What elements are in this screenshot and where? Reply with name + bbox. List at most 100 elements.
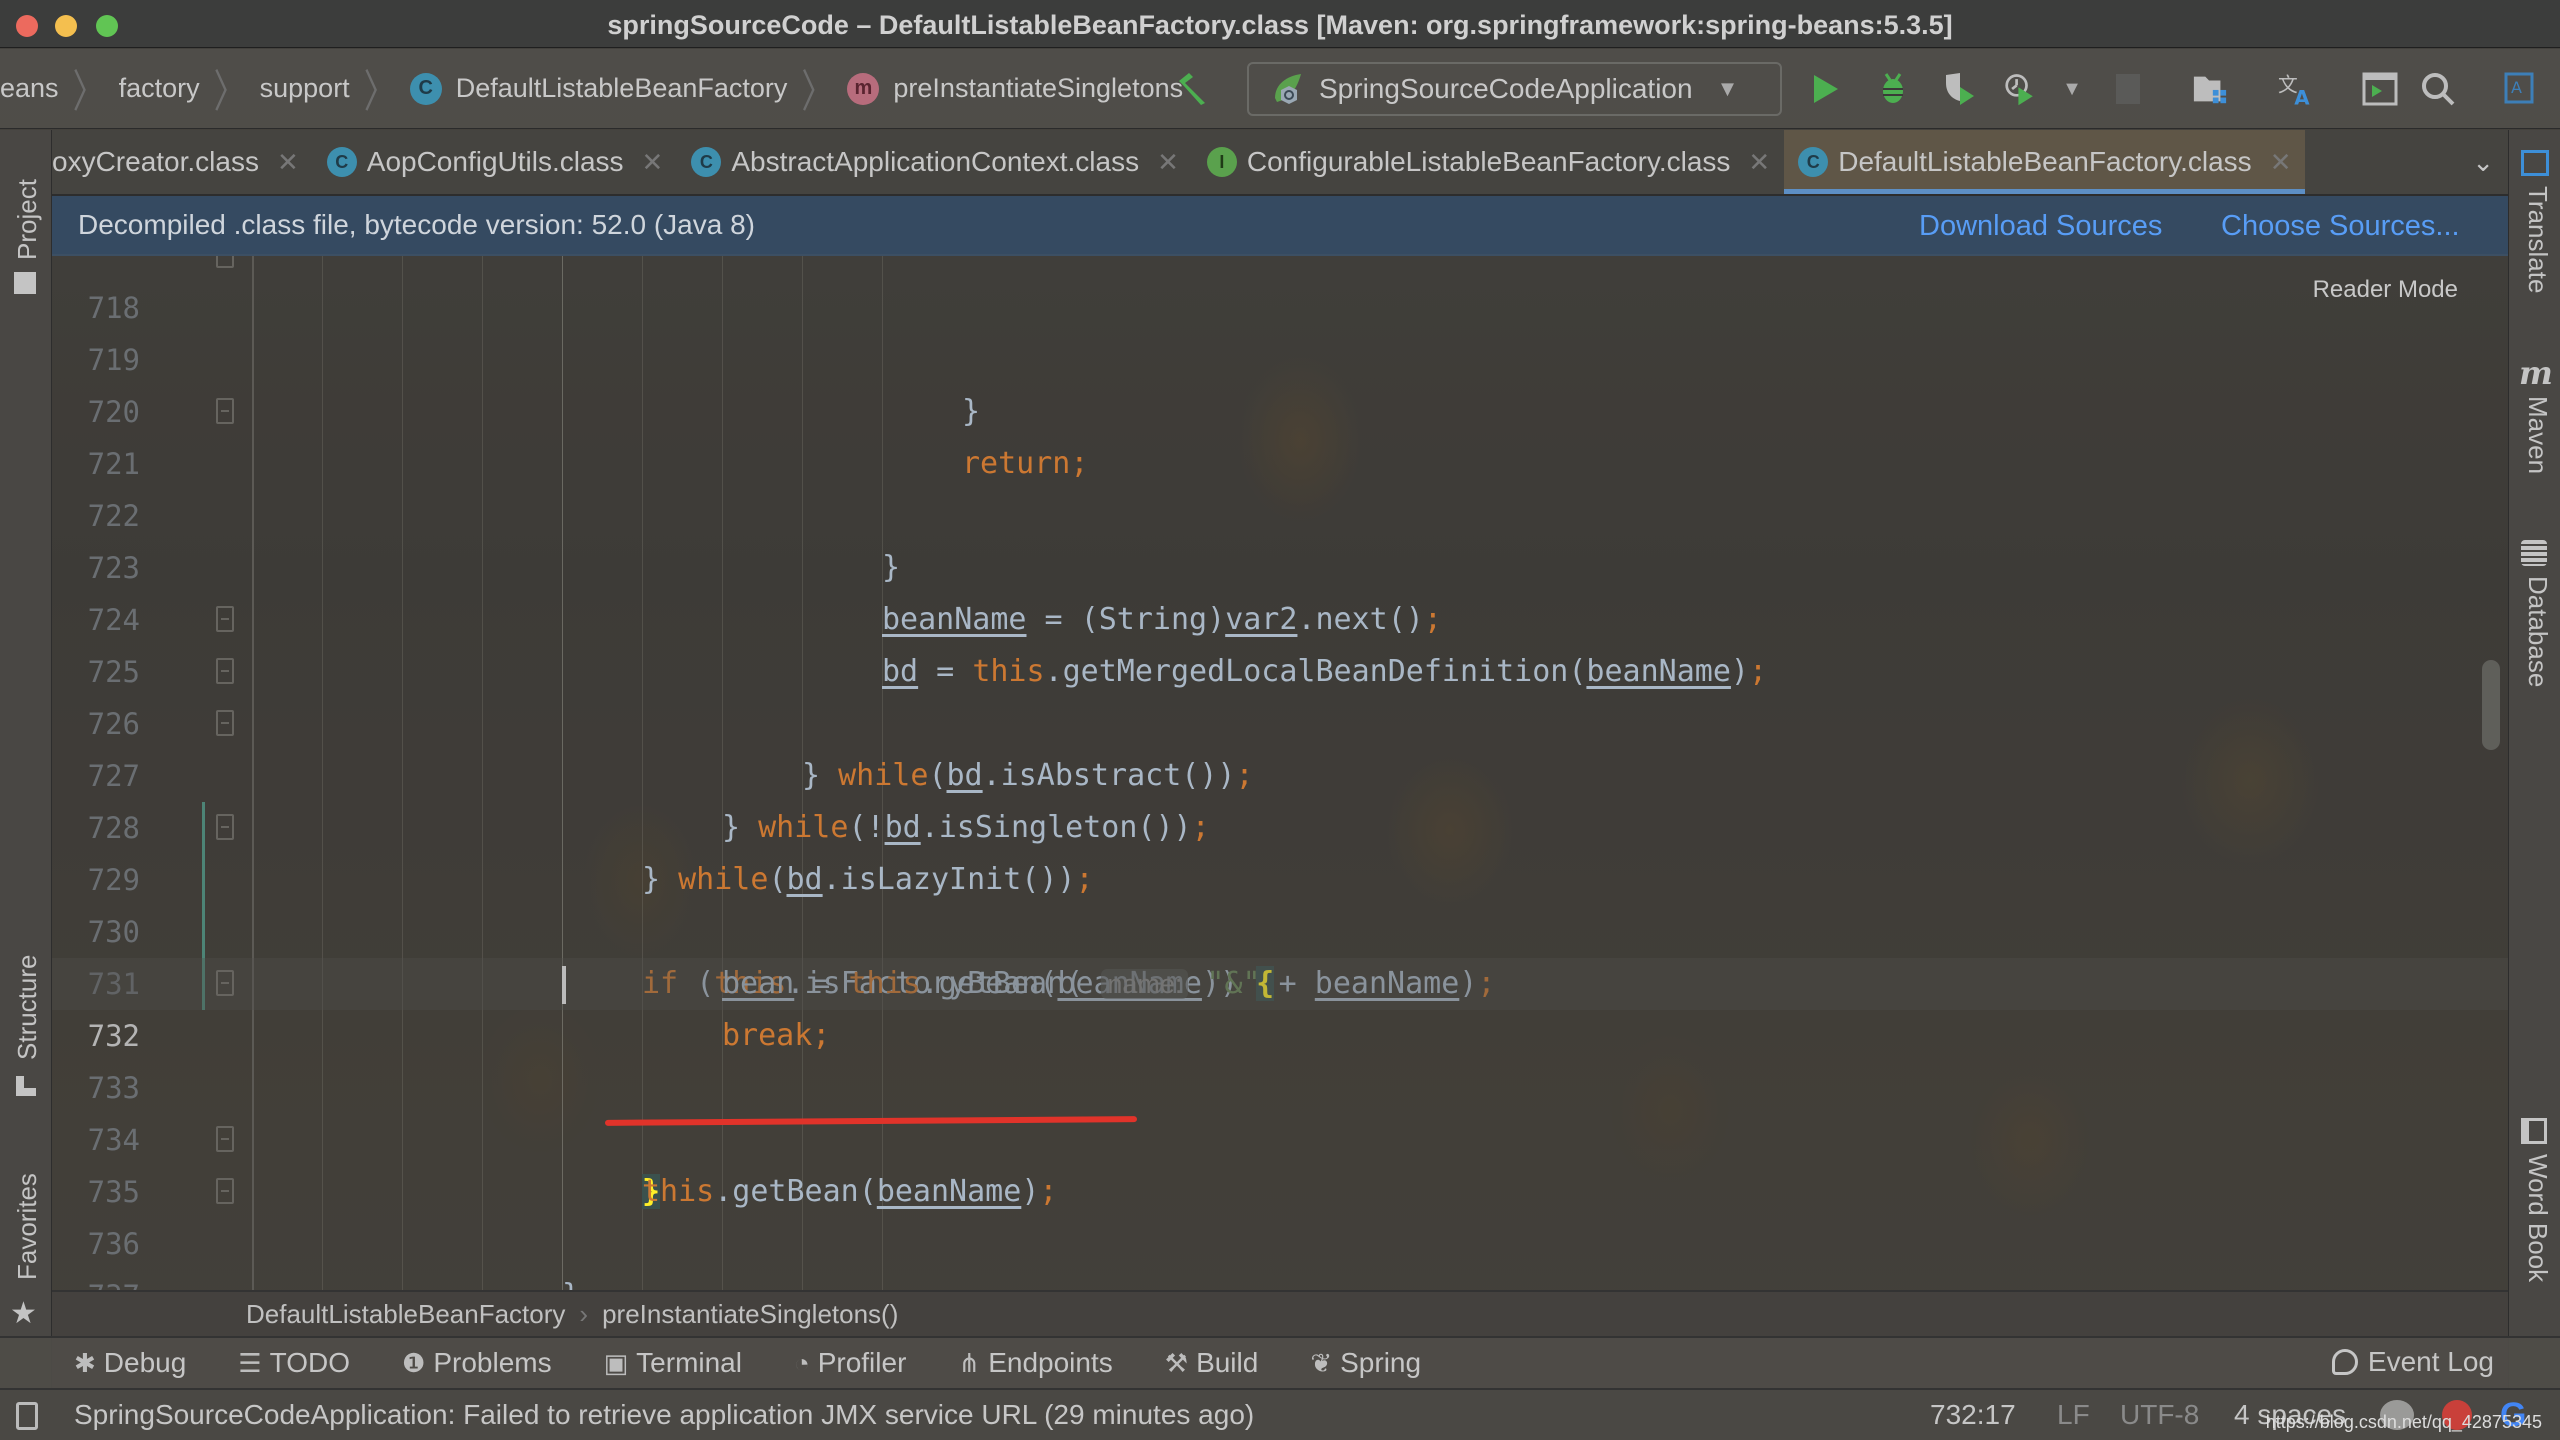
profiler-tool-button[interactable]: ◔ Profiler — [794, 1347, 906, 1379]
project-tool-button[interactable]: Project — [10, 150, 42, 300]
svg-text:A: A — [2294, 86, 2310, 108]
tab-configurable-listable-bean-factory[interactable]: I ConfigurableListableBeanFactory.class … — [1193, 130, 1784, 194]
run-configuration-selector[interactable]: SpringSourceCodeApplication ▼ — [1247, 62, 1782, 116]
hammer-icon: ⚒ — [1164, 1347, 1189, 1378]
event-log-button[interactable]: Event Log — [2331, 1346, 2494, 1378]
tab-default-listable-bean-factory[interactable]: C DefaultListableBeanFactory.class ✕ — [1784, 130, 2306, 194]
code-line: 723 beanName = (String)var2.next(); — [52, 490, 2508, 637]
code-line: 725 } while(bd.isAbstract()); — [52, 594, 2508, 793]
project-label: Project — [12, 179, 42, 260]
code-line: 718 } — [52, 256, 2508, 429]
editor-breadcrumb: DefaultListableBeanFactory › preInstanti… — [52, 1290, 2508, 1336]
breadcrumb-class[interactable]: DefaultListableBeanFactory — [246, 1299, 565, 1330]
status-message[interactable]: SpringSourceCodeApplication: Failed to r… — [74, 1399, 1254, 1431]
word-book-tool-button[interactable]: Word Book — [2515, 1118, 2555, 1348]
breadcrumb-item-beans[interactable]: eans — [0, 73, 59, 104]
caret-position[interactable]: 732:17 — [1930, 1399, 2016, 1431]
project-structure-icon[interactable] — [2192, 71, 2228, 107]
decompiled-notice-banner: Decompiled .class file, bytecode version… — [52, 196, 2508, 256]
tab-list-dropdown[interactable]: ⌄ — [2458, 130, 2508, 194]
fold-marker-icon[interactable] — [216, 256, 234, 268]
breadcrumb-method[interactable]: preInstantiateSingletons() — [602, 1299, 898, 1330]
maven-tool-button[interactable]: m Maven — [2515, 354, 2555, 510]
chevron-right-icon: 〉 — [801, 66, 834, 117]
choose-sources-link[interactable]: Choose Sources... — [2221, 210, 2460, 243]
fold-marker-icon[interactable] — [216, 398, 234, 424]
terminal-window-icon[interactable] — [2362, 71, 2398, 107]
download-sources-link[interactable]: Download Sources — [1919, 210, 2162, 243]
tab-proxy-creator[interactable]: oxyCreator.class ✕ — [52, 130, 313, 194]
fold-marker-icon[interactable] — [216, 1178, 234, 1204]
chevron-right-icon: 〉 — [363, 66, 396, 117]
code-line: 728 — [52, 750, 2508, 845]
favorites-tool-button[interactable]: Favorites ★ — [10, 1140, 42, 1350]
close-tab-icon[interactable]: ✕ — [1748, 147, 1770, 178]
tab-label: DefaultListableBeanFactory.class — [1838, 146, 2252, 177]
fold-marker-icon[interactable] — [216, 970, 234, 996]
fold-marker-icon[interactable] — [216, 1126, 234, 1152]
chevron-down-icon[interactable]: ▼ — [2054, 71, 2090, 107]
build-hammer-icon[interactable] — [1175, 71, 1211, 107]
endpoints-icon: ⋔ — [958, 1347, 981, 1378]
code-line: 729 if (this.isFactoryBean(beanName)) { — [52, 802, 2508, 1001]
endpoints-tool-button[interactable]: ⋔ Endpoints — [958, 1347, 1112, 1379]
fold-marker-icon[interactable] — [216, 710, 234, 736]
terminal-tool-button[interactable]: ▣ Terminal — [604, 1347, 742, 1379]
line-separator[interactable]: LF — [2057, 1399, 2090, 1431]
translate-plugin-icon[interactable]: A — [2502, 71, 2538, 107]
method-icon: m — [847, 72, 880, 105]
translate-tool-button[interactable]: Translate — [2515, 150, 2555, 320]
close-tab-icon[interactable]: ✕ — [2270, 147, 2292, 178]
close-tab-icon[interactable]: ✕ — [642, 147, 664, 178]
search-icon[interactable] — [2420, 71, 2456, 107]
tool-label: TODO — [269, 1347, 351, 1378]
tab-abstract-application-context[interactable]: C AbstractApplicationContext.class ✕ — [677, 130, 1193, 194]
database-tool-button[interactable]: Database — [2515, 540, 2555, 730]
class-icon: C — [691, 147, 722, 177]
tab-label: oxyCreator.class — [52, 146, 259, 177]
code-line: 719 — [52, 282, 2508, 377]
tool-label: Build — [1196, 1347, 1259, 1378]
chevron-right-icon: › — [579, 1298, 589, 1329]
word-book-label: Word Book — [2523, 1154, 2553, 1283]
file-encoding[interactable]: UTF-8 — [2120, 1399, 2199, 1431]
star-icon: ★ — [10, 1297, 37, 1330]
translate-label: Translate — [2523, 186, 2553, 294]
breadcrumb-item-factory[interactable]: factory — [119, 73, 200, 104]
tool-label: Endpoints — [988, 1347, 1113, 1378]
breadcrumb-item-support[interactable]: support — [260, 73, 350, 104]
debug-icon[interactable] — [1875, 71, 1911, 107]
class-icon: C — [326, 147, 357, 177]
close-tab-icon[interactable]: ✕ — [277, 147, 299, 178]
fold-marker-icon[interactable] — [216, 658, 234, 684]
structure-icon — [16, 1076, 36, 1096]
class-icon: C — [409, 72, 442, 105]
breadcrumb-item-method[interactable]: preInstantiateSingletons — [893, 73, 1183, 104]
fold-marker-icon[interactable] — [216, 814, 234, 840]
code-editor[interactable]: Reader Mode 718 } 719 720 return; 721 } … — [52, 256, 2508, 1290]
spring-tool-button[interactable]: ❦ Spring — [1310, 1347, 1421, 1379]
folder-icon — [14, 272, 36, 294]
speech-bubble-icon — [2331, 1349, 2358, 1375]
class-icon: C — [1798, 147, 1829, 177]
toggle-tool-windows-icon[interactable] — [16, 1402, 38, 1430]
run-icon[interactable] — [1808, 71, 1844, 107]
tab-aop-config-utils[interactable]: C AopConfigUtils.class ✕ — [313, 130, 678, 194]
translate-icon[interactable]: 文A — [2278, 71, 2314, 108]
build-tool-button[interactable]: ⚒ Build — [1165, 1347, 1259, 1379]
maven-icon: m — [2519, 354, 2553, 392]
fold-marker-icon[interactable] — [216, 606, 234, 632]
problems-tool-button[interactable]: ❶ Problems — [402, 1347, 552, 1379]
svg-text:A: A — [2511, 78, 2522, 97]
debug-tool-button[interactable]: ✱ Debug — [74, 1347, 186, 1379]
breadcrumb-item-class[interactable]: DefaultListableBeanFactory — [456, 73, 788, 104]
editor-tab-bar: oxyCreator.class ✕ C AopConfigUtils.clas… — [52, 130, 2508, 196]
close-tab-icon[interactable]: ✕ — [1157, 147, 1179, 178]
coverage-icon[interactable] — [1942, 71, 1978, 107]
profile-icon[interactable] — [2004, 71, 2040, 107]
code-line: 733 — [52, 1010, 2508, 1105]
todo-tool-button[interactable]: ☰ TODO — [238, 1347, 350, 1379]
code-line: 720 return; — [52, 334, 2508, 481]
structure-label: Structure — [12, 954, 42, 1061]
window-title-bar: springSourceCode – DefaultListableBeanFa… — [0, 0, 2560, 48]
